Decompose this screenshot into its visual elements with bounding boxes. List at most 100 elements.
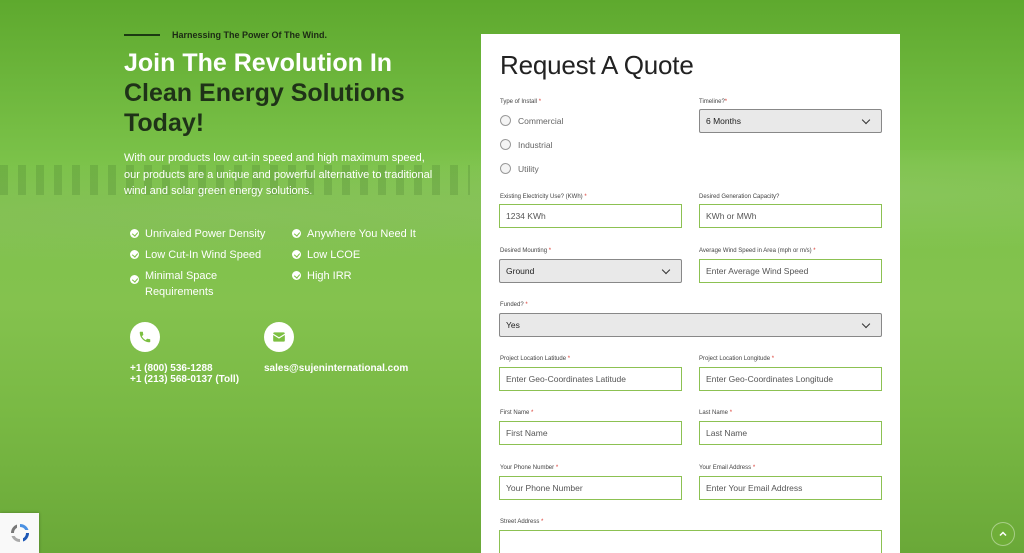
required-mark: * [541,519,544,525]
required-mark: * [555,465,559,471]
recaptcha-badge[interactable] [0,513,39,553]
select-value: Ground [506,266,535,276]
last-name-input[interactable]: Last Name [699,421,882,445]
required-mark: * [724,99,728,105]
hero-description: With our products low cut-in speed and h… [124,152,433,197]
email-address[interactable]: sales@sujeninternational.com [264,363,408,374]
feature-label: High IRR [307,270,352,282]
check-circle-icon [130,229,139,238]
radio-commercial[interactable]: Commercial [500,115,563,126]
radio-circle-icon[interactable] [500,139,511,150]
required-mark: * [567,356,571,362]
radio-utility[interactable]: Utility [500,163,539,174]
required-mark: * [584,194,587,200]
required-mark: * [548,248,552,254]
required-mark: * [752,465,756,471]
feature-item: Minimal Space Requirements [130,268,220,300]
required-mark: * [729,410,733,416]
label-text: Your Phone Number [500,465,555,471]
feature-item: Anywhere You Need It [292,226,442,242]
last-name-label: Last Name * [699,410,732,416]
label-text: Last Name [699,410,729,416]
required-mark: * [813,248,816,254]
phone-icon[interactable] [130,322,160,352]
email-input[interactable]: Enter Your Email Address [699,476,882,500]
feature-label: Minimal Space Requirements [145,270,218,298]
first-name-input[interactable]: First Name [499,421,682,445]
email-label: Your Email Address * [699,465,755,471]
quote-form-panel: Request A Quote Type of Install * Commer… [481,34,900,553]
feature-item: High IRR [292,268,442,300]
envelope-icon[interactable] [264,322,294,352]
check-circle-icon [292,271,301,280]
required-mark: * [538,99,542,105]
first-name-label: First Name * [500,410,533,416]
contact-phone: +1 (800) 536-1288 +1 (213) 568-0137 (Tol… [130,322,239,385]
required-mark: * [525,302,528,308]
label-text: Type of Install [500,99,538,105]
hero-section: Harnessing The Power Of The Wind. Join T… [124,30,444,200]
hero-headline: Join The Revolution In Clean Energy Solu… [124,48,444,138]
radio-label: Utility [518,163,539,174]
label-text: Desired Mounting [500,248,548,254]
contact-email: sales@sujeninternational.com [264,322,408,374]
radio-circle-icon[interactable] [500,163,511,174]
longitude-input[interactable]: Enter Geo-Coordinates Longitude [699,367,882,391]
funded-select[interactable]: Yes [499,313,882,337]
longitude-label: Project Location Longitude * [699,356,774,362]
recaptcha-icon [10,524,29,542]
label-text: First Name [500,410,530,416]
feature-label: Unrivaled Power Density [145,228,266,240]
required-mark: * [531,410,534,416]
phone-numbers[interactable]: +1 (800) 536-1288 +1 (213) 568-0137 (Tol… [130,363,239,385]
radio-circle-icon[interactable] [500,115,511,126]
latitude-input[interactable]: Enter Geo-Coordinates Latitude [499,367,682,391]
feature-label: Low LCOE [307,249,361,261]
check-circle-icon [130,250,139,259]
label-text: Existing Electricity Use? (KWh) [500,194,583,200]
label-text: Street Address [500,519,540,525]
label-text: Project Location Longitude [699,356,771,362]
timeline-label: Timeline?* [699,99,727,105]
label-text: Timeline? [699,99,725,105]
phone-input[interactable]: Your Phone Number [499,476,682,500]
check-circle-icon [130,275,139,284]
capacity-input[interactable]: KWh or MWh [699,204,882,228]
electricity-input[interactable]: 1234 KWh [499,204,682,228]
street-input[interactable] [499,530,882,553]
wind-speed-label: Average Wind Speed in Area (mph or m/s) … [699,248,816,254]
form-title: Request A Quote [500,50,694,80]
timeline-select[interactable]: 6 Months [699,109,882,133]
headline-line-1: Join The Revolution In [124,49,393,77]
feature-item: Unrivaled Power Density [130,226,292,242]
headline-line-3: Today! [124,109,205,137]
feature-label: Low Cut-In Wind Speed [145,249,262,261]
mounting-select[interactable]: Ground [499,259,682,283]
label-text: Your Email Address [699,465,752,471]
chevron-down-icon [661,265,671,274]
label-text: Average Wind Speed in Area (mph or m/s) [699,248,812,254]
label-text: Project Location Latitude [500,356,567,362]
scroll-to-top-button[interactable] [991,522,1015,546]
type-of-install-label: Type of Install * [500,99,541,105]
chevron-down-icon [861,115,871,124]
required-mark: * [771,356,775,362]
feature-list: Unrivaled Power Density Anywhere You Nee… [130,226,430,300]
check-circle-icon [292,250,301,259]
wind-speed-input[interactable]: Enter Average Wind Speed [699,259,882,283]
chevron-up-icon [999,531,1007,537]
phone-number-2[interactable]: +1 (213) 568-0137 (Toll) [130,374,239,385]
tagline: Harnessing The Power Of The Wind. [172,30,327,40]
feature-label: Anywhere You Need It [307,228,416,240]
mounting-label: Desired Mounting * [500,248,551,254]
phone-number-1[interactable]: +1 (800) 536-1288 [130,363,239,374]
select-value: Yes [506,320,520,330]
radio-label: Commercial [518,115,564,126]
tagline-divider [124,34,160,36]
capacity-label: Desired Generation Capacity? [699,194,780,200]
street-label: Street Address * [500,519,543,525]
latitude-label: Project Location Latitude * [500,356,570,362]
feature-item: Low Cut-In Wind Speed [130,247,292,263]
radio-industrial[interactable]: Industrial [500,139,553,150]
headline-line-2: Clean Energy Solutions [124,79,405,107]
